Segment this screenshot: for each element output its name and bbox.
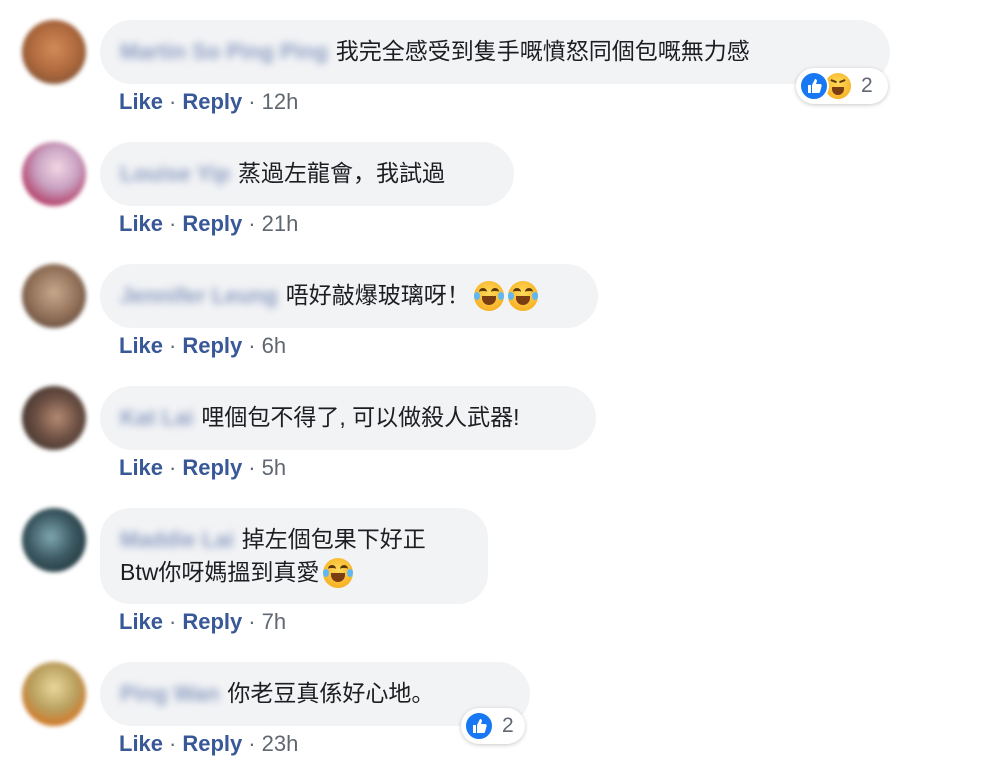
comment-actions: Like · Reply · 7h bbox=[119, 609, 286, 635]
separator: · bbox=[248, 89, 256, 114]
like-link[interactable]: Like bbox=[119, 211, 163, 236]
avatar[interactable] bbox=[22, 264, 86, 328]
author-name[interactable]: Kat Lai bbox=[120, 401, 193, 434]
author-name[interactable]: Martin So Ping Ping bbox=[120, 35, 328, 68]
separator: · bbox=[248, 211, 256, 236]
reaction-summary[interactable]: 2 bbox=[461, 708, 525, 744]
separator: · bbox=[248, 333, 256, 358]
avatar[interactable] bbox=[22, 662, 86, 726]
timestamp[interactable]: 23h bbox=[262, 731, 299, 756]
like-icon bbox=[799, 71, 829, 101]
author-name[interactable]: Jennifer Leung bbox=[120, 279, 278, 312]
avatar[interactable] bbox=[22, 508, 86, 572]
separator: · bbox=[169, 333, 177, 358]
comment-bubble: Maddie Lai 掉左個包果下好正 Btw你呀媽搵到真愛 bbox=[100, 508, 488, 604]
timestamp[interactable]: 21h bbox=[262, 211, 299, 236]
reply-link[interactable]: Reply bbox=[182, 211, 242, 236]
comment-actions: Like · Reply · 23h bbox=[119, 731, 298, 757]
comment-bubble: Jennifer Leung 唔好敲爆玻璃呀！ bbox=[100, 264, 598, 328]
author-name[interactable]: Ping Wan bbox=[120, 677, 219, 710]
tears-of-joy-emoji bbox=[323, 557, 354, 588]
avatar[interactable] bbox=[22, 142, 86, 206]
comment-text: 我完全感受到隻手嘅憤怒同個包嘅無力感 bbox=[335, 38, 750, 64]
comment-actions: Like · Reply · 6h bbox=[119, 333, 286, 359]
separator: · bbox=[169, 731, 177, 756]
comment-text: 蒸過左龍會，我試過 bbox=[238, 160, 446, 186]
separator: · bbox=[169, 455, 177, 480]
comment-actions: Like · Reply · 5h bbox=[119, 455, 286, 481]
like-link[interactable]: Like bbox=[119, 455, 163, 480]
reply-link[interactable]: Reply bbox=[182, 89, 242, 114]
comment-text: 你老豆真係好心地。 bbox=[227, 680, 435, 706]
like-link[interactable]: Like bbox=[119, 731, 163, 756]
author-name[interactable]: Maddie Lai bbox=[120, 523, 234, 556]
tears-of-joy-emoji bbox=[473, 280, 504, 311]
reaction-summary[interactable]: 2 bbox=[796, 68, 888, 104]
separator: · bbox=[169, 609, 177, 634]
reply-link[interactable]: Reply bbox=[182, 455, 242, 480]
separator: · bbox=[248, 731, 256, 756]
author-name[interactable]: Louise Yip bbox=[120, 157, 230, 190]
comment-text-line-1: 掉左個包果下好正 bbox=[241, 526, 426, 552]
timestamp[interactable]: 7h bbox=[262, 609, 286, 634]
reaction-count: 2 bbox=[861, 74, 873, 97]
comment-text-line-2: Btw你呀媽搵到真愛 bbox=[120, 559, 320, 585]
reaction-count: 2 bbox=[502, 714, 514, 737]
timestamp[interactable]: 6h bbox=[262, 333, 286, 358]
avatar[interactable] bbox=[22, 20, 86, 84]
separator: · bbox=[248, 455, 256, 480]
reply-link[interactable]: Reply bbox=[182, 731, 242, 756]
separator: · bbox=[169, 211, 177, 236]
like-link[interactable]: Like bbox=[119, 89, 163, 114]
timestamp[interactable]: 12h bbox=[262, 89, 299, 114]
timestamp[interactable]: 5h bbox=[262, 455, 286, 480]
separator: · bbox=[248, 609, 256, 634]
comment-text: 哩個包不得了, 可以做殺人武器! bbox=[201, 404, 520, 430]
tears-of-joy-emoji bbox=[507, 280, 538, 311]
separator: · bbox=[169, 89, 177, 114]
like-icon bbox=[464, 711, 494, 741]
comment-bubble: Louise Yip 蒸過左龍會，我試過 bbox=[100, 142, 514, 206]
like-link[interactable]: Like bbox=[119, 609, 163, 634]
reply-link[interactable]: Reply bbox=[182, 333, 242, 358]
avatar[interactable] bbox=[22, 386, 86, 450]
reply-link[interactable]: Reply bbox=[182, 609, 242, 634]
comment-bubble: Martin So Ping Ping 我完全感受到隻手嘅憤怒同個包嘅無力感 bbox=[100, 20, 890, 84]
comment-actions: Like · Reply · 21h bbox=[119, 211, 298, 237]
comment-text: 唔好敲爆玻璃呀！ bbox=[285, 282, 470, 308]
comment-actions: Like · Reply · 12h bbox=[119, 89, 298, 115]
like-link[interactable]: Like bbox=[119, 333, 163, 358]
comment-bubble: Kat Lai 哩個包不得了, 可以做殺人武器! bbox=[100, 386, 596, 450]
